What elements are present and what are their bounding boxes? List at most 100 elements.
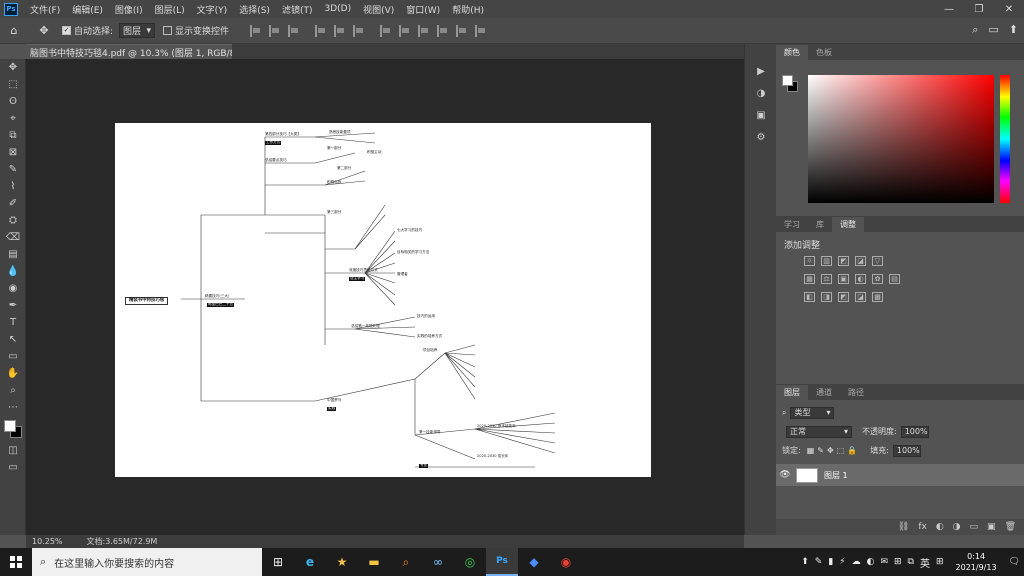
cloud-icon[interactable]: ☁ [852,557,861,567]
tray-app-2-icon[interactable]: ✎ [815,557,823,567]
distribute-5-icon[interactable] [456,24,468,37]
more-tools-icon[interactable]: ⋯ [0,399,26,416]
menu-edit[interactable]: 编辑(E) [66,3,109,16]
menu-select[interactable]: 选择(S) [233,3,276,16]
eye-icon[interactable]: 👁 [776,470,794,480]
distribute-3-icon[interactable] [418,24,430,37]
close-button[interactable]: ✕ [994,0,1024,18]
menu-type[interactable]: 文字(Y) [191,3,234,16]
settings-icon[interactable]: ⚙ [745,126,777,148]
distribute-4-icon[interactable] [437,24,449,37]
selective-color-icon[interactable]: ▩ [872,292,883,302]
show-transform-checkbox[interactable] [163,26,173,35]
link-icon[interactable]: ⛓ [898,522,909,532]
maximize-button[interactable]: ❐ [964,0,994,18]
color-balance-icon[interactable]: ⚖ [821,274,832,284]
start-button[interactable] [0,548,32,576]
tab-swatches[interactable]: 色板 [808,45,840,60]
hue-slider[interactable] [1000,75,1010,203]
adjust-icon[interactable]: ◑ [745,82,777,104]
input-method-indicator[interactable]: 英 [920,555,930,570]
mask-icon[interactable]: ◐ [936,522,944,532]
threshold-icon[interactable]: ◩ [838,292,849,302]
tab-learn[interactable]: 学习 [776,217,808,232]
menu-filter[interactable]: 滤镜(T) [276,3,319,16]
tab-adjustments[interactable]: 调整 [832,217,864,232]
trash-icon[interactable]: 🗑 [1005,522,1016,532]
fx-icon[interactable]: fx [918,522,927,532]
share-icon[interactable]: ⬆ [1009,23,1018,37]
volume-icon[interactable]: ⧉ [908,557,914,567]
align-left-icon[interactable] [250,24,262,37]
zoom-tool-icon[interactable]: ⌕ [0,382,26,399]
lasso-tool-icon[interactable]: ʘ [0,93,26,110]
edge-browser-icon[interactable]: e [294,548,326,576]
tray-app-1-icon[interactable]: ⬆ [801,557,809,567]
vibrance-icon[interactable]: ▽ [872,256,883,266]
tray-app-5-icon[interactable]: ◐ [867,557,875,567]
path-select-tool-icon[interactable]: ↖ [0,331,26,348]
chrome-icon[interactable]: ◉ [550,548,582,576]
tray-app-4-icon[interactable]: ⚡ [839,557,845,567]
minimize-button[interactable]: — [934,0,964,18]
healing-brush-tool-icon[interactable]: ⌇ [0,178,26,195]
exposure-icon[interactable]: ◪ [855,256,866,266]
photoshop-taskbar-icon[interactable]: Ps [486,548,518,576]
gradient-map-icon[interactable]: ◪ [855,292,866,302]
auto-select-checkbox[interactable]: ✓ [62,26,71,35]
zoom-level[interactable]: 10.25% [32,537,63,546]
infinity-app-icon[interactable]: ∞ [422,548,454,576]
menu-help[interactable]: 帮助(H) [446,3,490,16]
layer-filter-dropdown[interactable]: 类型 ▾ [790,406,835,419]
move-tool-icon[interactable]: ✥ [0,59,26,76]
network-icon[interactable]: ⊞ [894,557,902,567]
photo-filter-icon[interactable]: ◐ [855,274,866,284]
distribute-6-icon[interactable] [475,24,487,37]
layer-name[interactable]: 图层 1 [824,470,848,481]
distribute-1-icon[interactable] [380,24,392,37]
align-bottom-icon[interactable] [353,24,365,37]
group-icon[interactable]: ▭ [970,522,979,532]
menu-window[interactable]: 窗口(W) [400,3,446,16]
taskbar-search-box[interactable]: ⌕ 在这里输入你要搜索的内容 [32,548,262,576]
mail-icon[interactable]: ✉ [880,557,888,567]
align-hcenter-icon[interactable] [269,24,281,37]
new-layer-icon[interactable]: ▣ [987,522,996,532]
rectangle-tool-icon[interactable]: ▭ [0,348,26,365]
home-icon[interactable]: ⌂ [4,21,24,41]
tab-layers[interactable]: 图层 [776,385,808,400]
menu-view[interactable]: 视图(V) [357,3,400,16]
document-tab[interactable]: 脑图书中特技巧毯4.pdf @ 10.3% (图层 1, RGB/8) ✕ [26,44,254,59]
blur-tool-icon[interactable]: 💧 [0,263,26,280]
pen-tool-icon[interactable]: ✒ [0,297,26,314]
file-explorer-icon[interactable]: ▬ [358,548,390,576]
foreground-color-swatch[interactable] [782,75,793,86]
align-vcenter-icon[interactable] [334,24,346,37]
gradient-tool-icon[interactable]: ▤ [0,246,26,263]
align-right-icon[interactable] [288,24,300,37]
foreground-color-swatch[interactable] [4,420,16,432]
marquee-tool-icon[interactable]: ⬚ [0,76,26,93]
stamp-tool-icon[interactable]: ⛭ [0,212,26,229]
tab-channels[interactable]: 通道 [808,385,840,400]
properties-icon[interactable]: ▣ [745,104,777,126]
tab-libraries[interactable]: 库 [808,217,832,232]
task-view-icon[interactable]: ⊞ [262,548,294,576]
blend-mode-dropdown[interactable]: 正常 ▾ [786,425,852,438]
dodge-tool-icon[interactable]: ◉ [0,280,26,297]
layer-thumbnail[interactable] [796,467,818,483]
menu-layer[interactable]: 图层(L) [149,3,191,16]
type-tool-icon[interactable]: T [0,314,26,331]
opacity-input[interactable]: 100% [900,425,929,438]
adjustment-layer-icon[interactable]: ◑ [953,522,961,532]
color-swatches[interactable] [0,416,26,442]
move-tool-icon[interactable]: ✥ [34,21,54,41]
photoshop-logo-icon[interactable]: Ps [4,2,18,16]
eraser-tool-icon[interactable]: ⌫ [0,229,26,246]
search-app-icon[interactable]: ⌕ [390,548,422,576]
brush-tool-icon[interactable]: ✐ [0,195,26,212]
auto-select-dropdown[interactable]: 图层 ▾ [119,23,156,38]
lock-icons[interactable]: ▦✎✥⬚🔒 [807,446,860,455]
notification-icon[interactable]: 🗨 [1009,557,1020,567]
document-size[interactable]: 文档:3.65M/72.9M [87,536,158,547]
